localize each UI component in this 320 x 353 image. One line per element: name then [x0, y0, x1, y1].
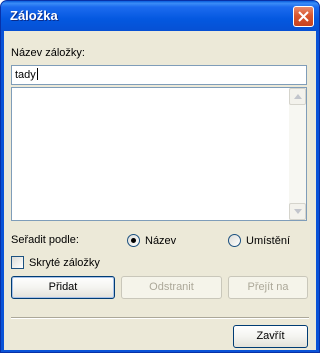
radio-selected-dot: [131, 238, 136, 243]
dialog-body: Název záložky: tady Seřadit podle: Název…: [4, 31, 316, 350]
bookmark-name-input[interactable]: tady: [11, 65, 307, 85]
sort-location-radio[interactable]: [228, 234, 241, 247]
hidden-bookmarks-label[interactable]: Skryté záložky: [29, 257, 100, 269]
vertical-scrollbar[interactable]: [289, 88, 306, 220]
goto-button[interactable]: Přejít na: [228, 276, 308, 299]
text-caret: [36, 68, 38, 80]
sort-location-label[interactable]: Umístění: [246, 235, 290, 247]
close-window-button[interactable]: [293, 6, 314, 27]
sort-name-radio[interactable]: [127, 234, 140, 247]
scroll-up-button[interactable]: [289, 88, 306, 105]
bookmark-list[interactable]: [11, 87, 307, 221]
bookmark-name-label: Název záložky:: [11, 47, 85, 59]
dialog-window: Záložka Název záložky: tady Seřadit podl…: [0, 0, 320, 353]
sort-name-label[interactable]: Název: [145, 235, 176, 247]
arrow-up-icon: [294, 94, 302, 99]
add-button[interactable]: Přidat: [11, 276, 115, 299]
arrow-down-icon: [294, 209, 302, 214]
title-bar[interactable]: Záložka: [1, 1, 319, 31]
close-button[interactable]: Zavřít: [233, 325, 308, 348]
hidden-bookmarks-checkbox[interactable]: [11, 256, 24, 269]
sort-by-label: Seřadit podle:: [11, 234, 79, 246]
bookmark-name-value: tady: [15, 69, 36, 81]
remove-button[interactable]: Odstranit: [121, 276, 222, 299]
window-title: Záložka: [10, 8, 58, 23]
separator-line: [11, 317, 309, 319]
close-x-icon: [298, 11, 309, 22]
scroll-down-button[interactable]: [289, 203, 306, 220]
bookmark-name-label-text: Název záložky:: [11, 47, 85, 59]
